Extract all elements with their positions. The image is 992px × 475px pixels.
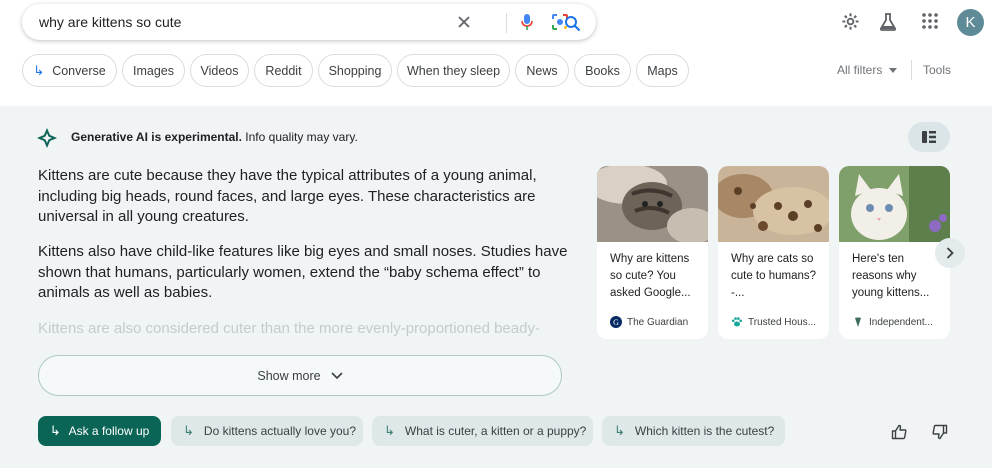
card-source: Independent... xyxy=(852,316,933,328)
converse-arrow-icon: ↳ xyxy=(33,62,45,78)
source-card[interactable]: Why are kittens so cute? You asked Googl… xyxy=(597,166,708,339)
chip-books[interactable]: Books xyxy=(574,54,631,87)
svg-text:G: G xyxy=(613,318,619,327)
chip-news[interactable]: News xyxy=(515,54,569,87)
answer-paragraph: Kittens also have child-like features li… xyxy=(38,243,568,301)
follow-up-label: Do kittens actually love you? xyxy=(203,424,356,438)
experimental-notice: Generative AI is experimental. Info qual… xyxy=(71,130,358,144)
follow-up-label: What is cuter, a kitten or a puppy? xyxy=(404,424,587,438)
all-filters-label: All filters xyxy=(837,63,883,77)
microphone-icon[interactable] xyxy=(516,11,538,33)
chip-images[interactable]: Images xyxy=(122,54,185,87)
faded-answer-line: Kittens are also considered cuter than t… xyxy=(38,320,540,337)
notice-rest: Info quality may vary. xyxy=(241,130,358,144)
account-avatar[interactable]: K xyxy=(957,9,984,36)
search-icon[interactable] xyxy=(560,11,584,35)
chip-label: News xyxy=(526,63,558,78)
follow-up-arrow-icon: ↳ xyxy=(183,423,194,438)
chip-maps[interactable]: Maps xyxy=(636,54,689,87)
labs-flask-icon[interactable] xyxy=(876,9,900,33)
show-more-label: Show more xyxy=(257,368,321,383)
chevron-right-icon xyxy=(946,247,954,259)
chevron-down-icon xyxy=(331,371,343,379)
follow-up-arrow-icon: ↳ xyxy=(49,423,61,438)
caret-down-icon xyxy=(889,68,898,74)
filters-divider xyxy=(911,60,912,80)
chip-reddit[interactable]: Reddit xyxy=(254,54,313,87)
chip-converse[interactable]: ↳ Converse xyxy=(22,54,117,87)
chip-label: Books xyxy=(585,63,620,78)
source-card[interactable]: Here's ten reasons why young kittens... … xyxy=(839,166,950,339)
notice-bold: Generative AI is experimental. xyxy=(71,130,242,144)
paw-icon xyxy=(732,317,742,327)
layout-icon xyxy=(922,131,936,143)
thumbs-down-icon[interactable] xyxy=(930,422,950,442)
card-source-name: Trusted Hous... xyxy=(748,316,816,328)
card-source: G The Guardian xyxy=(610,316,688,328)
card-source-name: Independent... xyxy=(869,316,933,328)
all-filters-dropdown[interactable]: All filters xyxy=(837,63,898,77)
search-box[interactable]: why are kittens so cute xyxy=(22,4,596,40)
chip-label: Converse xyxy=(52,63,106,78)
apps-grid-icon[interactable] xyxy=(918,9,942,33)
follow-up-suggestion[interactable]: ↳ What is cuter, a kitten or a puppy? xyxy=(372,416,593,446)
guardian-icon: G xyxy=(610,316,622,328)
chip-label: Shopping xyxy=(328,63,382,78)
ask-follow-up-button[interactable]: ↳ Ask a follow up xyxy=(38,416,161,446)
chip-shopping[interactable]: Shopping xyxy=(318,54,392,87)
follow-up-label: Which kitten is the cutest? xyxy=(634,424,775,438)
chip-label: When they sleep xyxy=(406,63,501,78)
answer-paragraph: Kittens are cute because they have the t… xyxy=(38,167,537,225)
independent-icon xyxy=(855,317,861,327)
follow-up-suggestion[interactable]: ↳ Do kittens actually love you? xyxy=(171,416,363,446)
tools-button[interactable]: Tools xyxy=(923,63,951,77)
card-title: Here's ten reasons why young kittens... xyxy=(852,253,930,299)
ask-follow-up-label: Ask a follow up xyxy=(68,424,150,438)
chip-label: Images xyxy=(133,63,174,78)
follow-up-arrow-icon: ↳ xyxy=(384,423,395,438)
source-card[interactable]: Why are cats so cute to humans? -... Tru… xyxy=(718,166,829,339)
card-source: Trusted Hous... xyxy=(731,316,816,328)
chip-when-they-sleep[interactable]: When they sleep xyxy=(397,54,510,87)
follow-up-arrow-icon: ↳ xyxy=(614,423,625,438)
show-more-button[interactable]: Show more xyxy=(38,355,562,396)
chip-videos[interactable]: Videos xyxy=(190,54,249,87)
card-source-name: The Guardian xyxy=(627,316,689,328)
search-divider xyxy=(506,13,507,33)
card-title: Why are cats so cute to humans? -... xyxy=(731,253,817,299)
settings-gear-icon[interactable] xyxy=(838,9,862,33)
kitten-thumbnail-image xyxy=(839,166,950,242)
follow-up-suggestion[interactable]: ↳ Which kitten is the cutest? xyxy=(602,416,785,446)
layout-toggle-button[interactable] xyxy=(908,122,950,152)
generative-ai-sparkle-icon xyxy=(37,128,57,148)
chip-label: Reddit xyxy=(265,63,302,78)
chip-label: Videos xyxy=(200,63,239,78)
kitten-thumbnail-image xyxy=(597,166,708,242)
card-title: Why are kittens so cute? You asked Googl… xyxy=(610,253,691,299)
chip-label: Maps xyxy=(647,63,678,78)
cards-next-button[interactable] xyxy=(935,238,965,268)
thumbs-up-icon[interactable] xyxy=(889,422,909,442)
search-input[interactable]: why are kittens so cute xyxy=(39,14,181,30)
kitten-thumbnail-image xyxy=(718,166,829,242)
clear-icon[interactable] xyxy=(453,11,475,33)
